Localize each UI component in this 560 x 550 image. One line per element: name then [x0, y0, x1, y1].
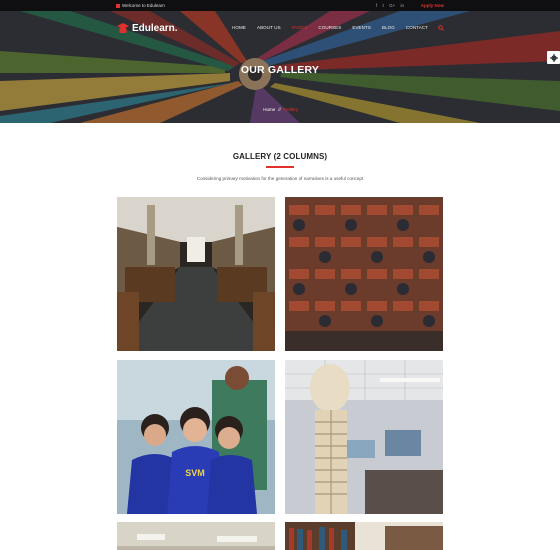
ceiling-lights-image	[117, 522, 275, 550]
library-hall-image	[117, 197, 275, 351]
nav-about-us[interactable]: ABOUT US	[257, 24, 281, 32]
nav-home[interactable]: HOME	[232, 24, 246, 32]
title-underline	[266, 166, 294, 168]
bookshelves-image	[285, 522, 443, 550]
google-plus-icon[interactable]: G+	[389, 3, 395, 8]
welcome-text: Welcome to Edulearn	[116, 1, 165, 10]
social-links: f t G+ in	[372, 1, 404, 10]
hero-banner: Edulearn. HOME ABOUT US PAGES COURSES EV…	[0, 11, 560, 123]
gallery-item-skeleton-classroom[interactable]	[285, 360, 443, 514]
gear-icon	[549, 53, 558, 62]
section-title: GALLERY (2 COLUMNS)	[232, 152, 328, 161]
search-icon[interactable]	[438, 25, 444, 31]
nav-events[interactable]: EVENTS	[352, 24, 371, 32]
skeleton-classroom-image	[285, 360, 443, 514]
breadcrumb-separator: //	[278, 107, 281, 112]
nav-blog[interactable]: BLOG	[382, 24, 395, 32]
section-subtitle: Considering primary motivation for the g…	[196, 176, 364, 181]
breadcrumb-current: Gallery	[283, 107, 298, 112]
breadcrumb-home[interactable]: Home	[263, 107, 275, 112]
brand-name: Edulearn.	[132, 22, 178, 34]
square-icon	[116, 3, 120, 8]
page-title: OUR GALLERY	[240, 64, 320, 76]
lecture-audience-image	[285, 197, 443, 351]
main-nav: HOME ABOUT US PAGES COURSES EVENTS BLOG …	[221, 24, 444, 32]
students-smiling-image: SVM	[117, 360, 275, 514]
gallery-item-students-smiling[interactable]: SVM	[117, 360, 275, 514]
breadcrumb: Home//Gallery	[263, 107, 298, 112]
settings-gear-button[interactable]	[547, 51, 560, 64]
linkedin-icon[interactable]: in	[400, 3, 404, 8]
shirt-logo-text: SVM	[185, 468, 205, 478]
nav-contact[interactable]: CONTACT	[406, 24, 428, 32]
brand-logo[interactable]: Edulearn.	[117, 22, 178, 34]
gallery-item-ceiling-lights[interactable]	[117, 522, 275, 550]
nav-courses[interactable]: COURSES	[318, 24, 341, 32]
gallery-item-library-hall[interactable]	[117, 197, 275, 351]
nav-pages[interactable]: PAGES	[292, 24, 308, 32]
gallery-item-bookshelves[interactable]	[285, 522, 443, 550]
graduation-cap-icon	[117, 22, 129, 33]
facebook-icon[interactable]: f	[376, 3, 377, 8]
apply-now-link[interactable]: Apply Now	[421, 1, 444, 10]
twitter-icon[interactable]: t	[383, 3, 384, 8]
gallery-item-lecture-audience[interactable]	[285, 197, 443, 351]
top-bar: Welcome to Edulearn f t G+ in Apply Now	[0, 0, 560, 11]
